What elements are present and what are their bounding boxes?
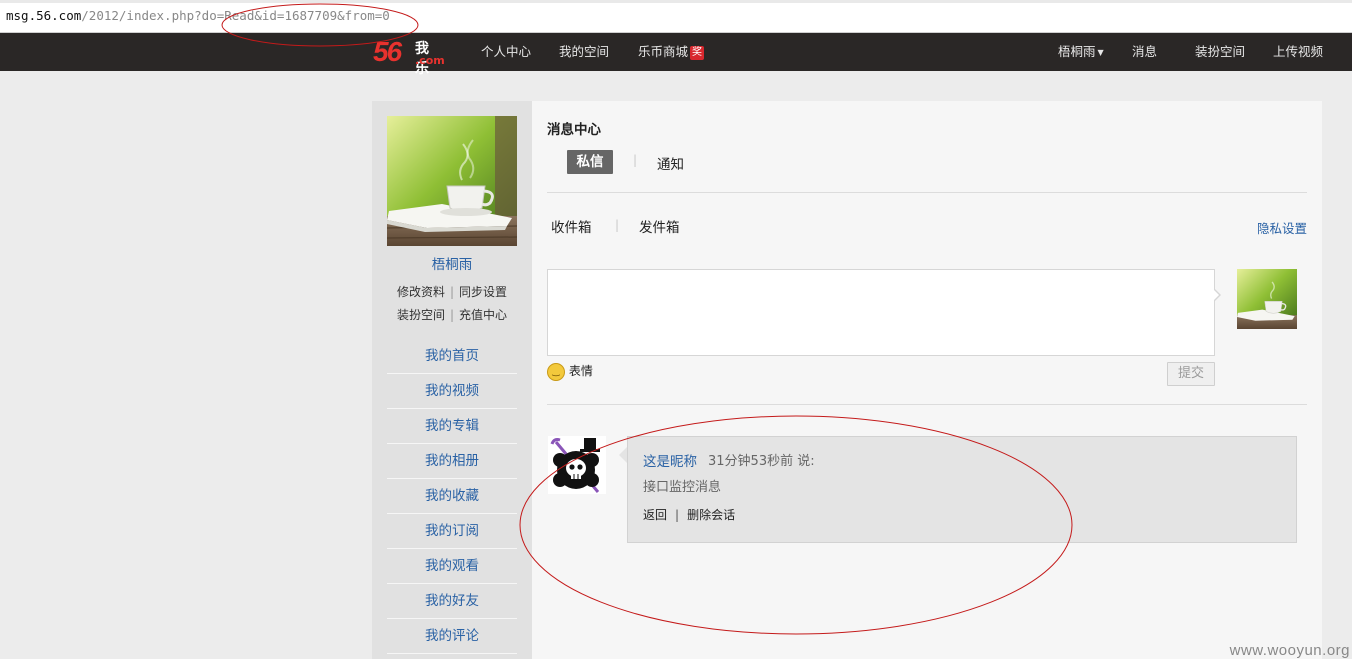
- tab-notifications[interactable]: 通知: [657, 153, 684, 173]
- profile-avatar[interactable]: [387, 116, 517, 246]
- nav-user-name: 梧桐雨: [1058, 44, 1096, 59]
- reply-textarea[interactable]: [547, 269, 1215, 356]
- nav-personal-center[interactable]: 个人中心: [481, 33, 531, 71]
- emoji-label: 表情: [568, 364, 593, 378]
- avatar-coffee-image: [387, 116, 517, 246]
- sidebar-menu: 我的首页 我的视频 我的专辑 我的相册 我的收藏 我的订阅 我的观看 我的好友 …: [387, 339, 517, 654]
- bubble-pointer: [619, 447, 627, 463]
- top-navigation: 56 我乐 .com 个人中心 我的空间 乐币商城奖 梧桐雨 ▼ 消息 装扮空间 …: [0, 33, 1352, 77]
- message-item: 这是昵称 31分钟53秒前 说: 接口监控消息 返回 | 删除会话: [627, 436, 1297, 543]
- tab-private-messages[interactable]: 私信: [567, 150, 613, 174]
- sync-settings-link[interactable]: 同步设置: [459, 285, 507, 299]
- sender-nickname[interactable]: 这是昵称: [643, 450, 697, 470]
- sender-avatar[interactable]: [548, 436, 606, 494]
- nav-upload-video[interactable]: 上传视频: [1273, 33, 1323, 71]
- divider: [547, 404, 1307, 405]
- url-text[interactable]: msg.56.com/2012/index.php?do=Read&id=168…: [6, 8, 390, 23]
- profile-links-row1: 修改资料 | 同步设置: [372, 283, 532, 300]
- recharge-link[interactable]: 充值中心: [459, 308, 507, 322]
- sidebar-item-friends[interactable]: 我的好友: [387, 584, 517, 619]
- nav-my-space[interactable]: 我的空间: [559, 33, 609, 71]
- caret-down-icon: ▼: [1097, 47, 1104, 57]
- message-actions: 返回 | 删除会话: [643, 506, 735, 523]
- sidebar-item-albums[interactable]: 我的专辑: [387, 409, 517, 444]
- subtab-divider: |: [615, 218, 620, 232]
- sidebar-item-favorites[interactable]: 我的收藏: [387, 479, 517, 514]
- link-divider: |: [449, 285, 455, 299]
- emoji-picker-button[interactable]: ‿ 表情: [547, 362, 593, 381]
- url-path: /2012/index.php?do=Read&id=1687709&from=…: [81, 8, 390, 23]
- profile-links-row2: 装扮空间 | 充值中心: [372, 306, 532, 323]
- nav-user-menu[interactable]: 梧桐雨 ▼: [1058, 33, 1104, 71]
- reward-badge: 奖: [690, 45, 705, 60]
- sidebar-item-photos[interactable]: 我的相册: [387, 444, 517, 479]
- skull-avatar-image: [548, 436, 606, 494]
- message-meta: 31分钟53秒前 说:: [708, 450, 815, 469]
- subtab-inbox[interactable]: 收件箱: [551, 216, 592, 236]
- profile-sidebar: 梧桐雨 修改资料 | 同步设置 装扮空间 | 充值中心 我的首页 我的视频 我的专辑 我…: [372, 101, 532, 659]
- message-time: 31分钟53秒前: [708, 454, 794, 469]
- message-content: 接口监控消息: [643, 480, 722, 495]
- smiley-icon: ‿: [547, 362, 565, 381]
- logo-domain: .com: [415, 54, 445, 67]
- sidebar-item-home[interactable]: 我的首页: [387, 339, 517, 374]
- avatar-coffee-image: [1237, 269, 1297, 329]
- sidebar-item-history[interactable]: 我的观看: [387, 549, 517, 584]
- sidebar-item-comments[interactable]: 我的评论: [387, 619, 517, 654]
- profile-username[interactable]: 梧桐雨: [372, 253, 532, 273]
- logo-number: 56: [373, 36, 402, 67]
- privacy-settings-link[interactable]: 隐私设置: [1257, 218, 1307, 237]
- composer-pointer-inner: [1213, 289, 1219, 301]
- back-link[interactable]: 返回: [643, 508, 667, 522]
- tab-divider: |: [633, 153, 638, 167]
- nav-coin-mall[interactable]: 乐币商城奖: [638, 33, 705, 71]
- message-says: 说:: [797, 454, 815, 469]
- message-center-panel: 消息中心 私信 | 通知 收件箱 | 发件箱 隐私设置 ‿ 表情 提交 这是昵称…: [532, 101, 1322, 659]
- subtab-outbox[interactable]: 发件箱: [639, 216, 680, 236]
- my-avatar: [1237, 269, 1297, 329]
- link-divider: |: [449, 308, 455, 322]
- sidebar-item-subscriptions[interactable]: 我的订阅: [387, 514, 517, 549]
- delete-conversation-link[interactable]: 删除会话: [687, 508, 735, 522]
- nav-messages[interactable]: 消息: [1132, 33, 1157, 71]
- nav-coin-mall-label: 乐币商城: [638, 44, 689, 59]
- edit-profile-link[interactable]: 修改资料: [397, 285, 445, 299]
- divider: [547, 192, 1307, 193]
- action-divider: |: [675, 508, 680, 522]
- address-bar[interactable]: msg.56.com/2012/index.php?do=Read&id=168…: [0, 0, 1352, 33]
- toolbar-edge: [0, 0, 1352, 3]
- dress-up-link[interactable]: 装扮空间: [397, 308, 445, 322]
- url-host: msg.56.com: [6, 8, 82, 23]
- sidebar-item-videos[interactable]: 我的视频: [387, 374, 517, 409]
- watermark-text: www.wooyun.org: [1229, 642, 1350, 659]
- page-title: 消息中心: [547, 122, 601, 138]
- submit-button[interactable]: 提交: [1167, 362, 1215, 386]
- nav-dress-up-space[interactable]: 装扮空间: [1195, 33, 1245, 71]
